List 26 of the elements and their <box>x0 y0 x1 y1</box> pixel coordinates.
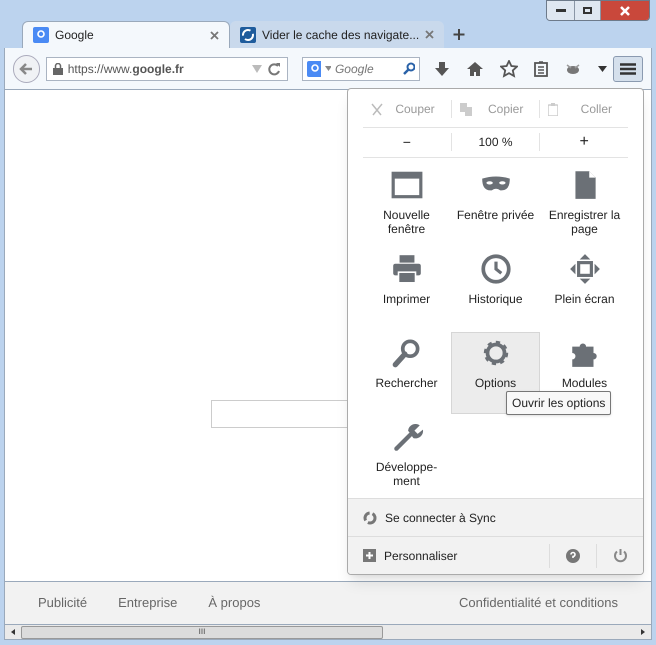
menu-item[interactable]: Nouvelle fenêtre <box>362 164 451 246</box>
footer-link[interactable]: Entreprise <box>118 593 178 613</box>
search-bar[interactable]: Google <box>302 56 420 80</box>
menu-item[interactable]: Imprimer <box>362 248 451 330</box>
tooltip: Ouvrir les options <box>506 391 612 415</box>
menu-item[interactable]: Développe- ment <box>362 416 451 498</box>
footer-link[interactable]: Confidentialité et conditions <box>459 593 618 613</box>
footer-link[interactable]: À propos <box>208 593 260 613</box>
zoom-out-button[interactable]: − <box>363 132 451 153</box>
zoom-in-button[interactable]: + <box>540 130 628 154</box>
tab-title: Google <box>55 27 95 44</box>
zoom-level: 100 % <box>450 133 540 152</box>
menu-item[interactable]: Rechercher <box>362 332 451 414</box>
tab-title: Vider le cache des navigate... <box>262 26 420 44</box>
tab[interactable]: Vider le cache des navigate... <box>230 21 444 48</box>
address-field[interactable]: https://www.google.fr <box>46 56 288 80</box>
menu-item[interactable]: Historique <box>451 248 540 330</box>
sync-button[interactable]: Se connecter à Sync <box>348 498 643 536</box>
footer-link[interactable]: Publicité <box>38 593 88 613</box>
url-text: https://www.google.fr <box>68 60 185 78</box>
tab[interactable]: Google <box>22 21 230 48</box>
search-field[interactable]: Google <box>334 60 399 78</box>
scrollbar-thumb[interactable]: III <box>21 626 383 638</box>
menu-item[interactable]: Fenêtre privée <box>451 164 540 246</box>
menu-item[interactable]: Enregistrer la page <box>540 164 629 246</box>
menu-item[interactable]: Plein écran <box>540 248 629 330</box>
